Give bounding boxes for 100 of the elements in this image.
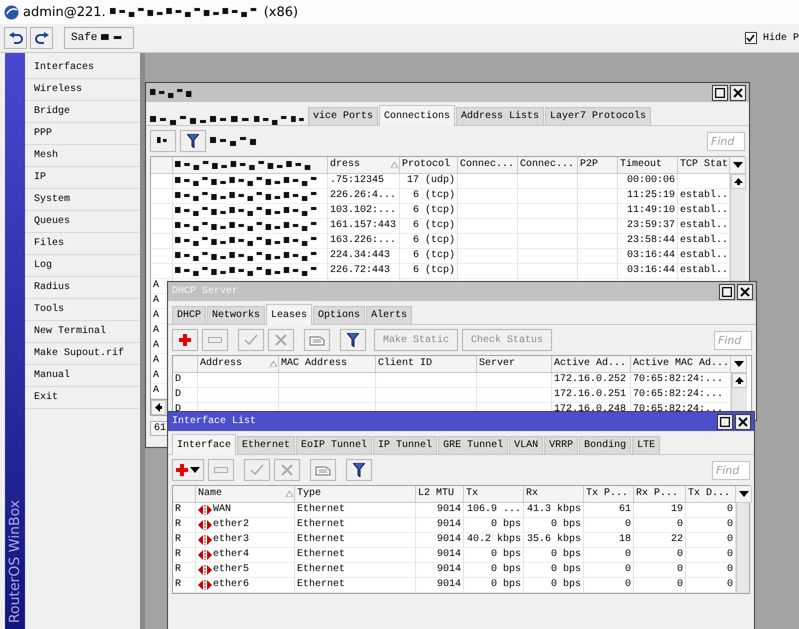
tab[interactable]: Interface — [172, 434, 236, 455]
empty-table-cell — [458, 264, 518, 279]
interface-arrows-icon — [198, 565, 212, 575]
table-cell: Ethernet — [295, 563, 416, 578]
vertical-scrollbar[interactable] — [736, 503, 749, 593]
maximize-icon — [715, 88, 725, 98]
safe-mode-button[interactable]: Safe — [64, 27, 134, 49]
column-header[interactable]: Rx P... — [634, 486, 686, 503]
scroll-left-icon — [155, 403, 162, 412]
table-cell: 9014 — [416, 518, 464, 533]
scroll-up-button[interactable] — [732, 373, 747, 388]
table-cell: 0 bps — [464, 548, 524, 563]
column-header[interactable]: Server — [477, 356, 552, 373]
redaction-mark — [157, 136, 169, 146]
column-header[interactable]: Timeout — [618, 157, 678, 174]
add-button[interactable] — [172, 459, 204, 481]
column-header[interactable]: Address — [198, 356, 279, 373]
tab[interactable]: DHCP — [172, 306, 206, 324]
column-header[interactable]: Protocol — [400, 157, 458, 174]
column-header[interactable]: Connec... — [458, 157, 518, 174]
table-cell: Ethernet — [295, 503, 416, 518]
column-header[interactable]: MAC Address — [279, 356, 376, 373]
tab[interactable]: Options — [313, 306, 366, 324]
maximize-button[interactable] — [717, 414, 733, 430]
empty-table-cell — [578, 234, 618, 249]
table-cell: R — [173, 563, 196, 578]
tab[interactable]: Alerts — [366, 306, 412, 324]
empty-table-cell — [578, 219, 618, 234]
tab[interactable]: IP Tunnel — [373, 436, 438, 454]
toolbar-button[interactable] — [150, 130, 176, 152]
tab[interactable]: LTE — [632, 436, 660, 454]
table-cell: 0 — [584, 578, 634, 593]
column-header[interactable]: Client ID — [376, 356, 477, 373]
tab[interactable]: vice Ports — [308, 107, 378, 125]
column-header[interactable]: Tx D... — [686, 486, 736, 503]
find-field[interactable]: Find — [707, 132, 745, 150]
column-menu-button[interactable] — [736, 486, 752, 503]
filter-button[interactable] — [346, 459, 372, 481]
empty-table-cell — [518, 219, 578, 234]
table-cell: 9014 — [416, 548, 464, 563]
checkbox-label: Hide P — [762, 32, 799, 44]
close-button[interactable] — [735, 414, 751, 430]
column-header[interactable]: Rx — [524, 486, 584, 503]
column-header[interactable]: Type — [295, 486, 416, 503]
sort-icon — [286, 491, 293, 497]
dropdown-arrow-icon — [190, 467, 200, 473]
maximize-icon — [722, 286, 732, 296]
tab[interactable]: Ethernet — [237, 436, 296, 454]
column-header[interactable]: dress — [328, 157, 400, 174]
table-cell: D — [173, 373, 198, 388]
column-header[interactable]: Active MAC Ad... — [631, 356, 731, 373]
tab[interactable]: Networks — [207, 306, 266, 324]
column-header[interactable]: Tx — [464, 486, 524, 503]
tab[interactable]: Bonding — [579, 436, 632, 454]
checkbox[interactable] — [744, 32, 757, 44]
column-header[interactable]: Connec... — [518, 157, 578, 174]
filter-icon — [187, 134, 199, 148]
tab[interactable]: VRRP — [544, 436, 578, 454]
table-cell: 0 — [584, 518, 634, 533]
empty-table-cell — [578, 264, 618, 279]
find-field[interactable]: Find — [714, 330, 752, 350]
tab[interactable]: Address Lists — [456, 107, 544, 125]
comment-button[interactable] — [304, 329, 330, 351]
table-cell: Ethernet — [295, 518, 416, 533]
filter-button[interactable] — [180, 130, 206, 152]
column-header[interactable]: L2 MTU — [416, 486, 464, 503]
filter-button[interactable] — [340, 329, 366, 351]
table-cell: R — [173, 533, 196, 548]
column-header-blank[interactable] — [173, 157, 328, 174]
scroll-left-button[interactable] — [151, 400, 166, 415]
undo-icon — [8, 32, 22, 44]
column-header[interactable]: P2P — [578, 157, 618, 174]
redo-button[interactable] — [30, 27, 53, 49]
undo-button[interactable] — [4, 27, 27, 49]
find-field[interactable]: Find — [712, 460, 750, 480]
tab[interactable]: Layer7 Protocols — [545, 107, 652, 125]
table-cell: R — [173, 548, 196, 563]
close-button[interactable] — [730, 84, 746, 100]
column-header[interactable]: Active Ad... — [552, 356, 631, 373]
column-header[interactable]: Name — [196, 486, 295, 503]
column-menu-button[interactable] — [730, 157, 746, 174]
column-menu-button[interactable] — [731, 356, 747, 373]
table-cell: 0 — [584, 563, 634, 578]
tab[interactable]: EoIP Tunnel — [296, 436, 372, 454]
comment-button[interactable] — [310, 459, 336, 481]
tab[interactable]: Connections — [379, 105, 456, 126]
tab[interactable]: Leases — [266, 304, 312, 325]
column-header[interactable]: TCP Stat — [678, 157, 730, 174]
table-cell: 106.9 ... — [464, 503, 524, 518]
maximize-button[interactable] — [712, 84, 728, 100]
table-cell: ether2 — [213, 518, 250, 532]
close-button[interactable] — [737, 284, 753, 300]
empty-table-cell — [518, 189, 578, 204]
close-icon — [738, 416, 748, 426]
sort-icon — [270, 361, 277, 367]
column-header[interactable]: Tx P... — [584, 486, 634, 503]
scroll-up-button[interactable] — [731, 174, 746, 189]
tab[interactable]: VLAN — [509, 436, 544, 454]
maximize-button[interactable] — [719, 284, 735, 300]
tab[interactable]: GRE Tunnel — [438, 436, 508, 454]
